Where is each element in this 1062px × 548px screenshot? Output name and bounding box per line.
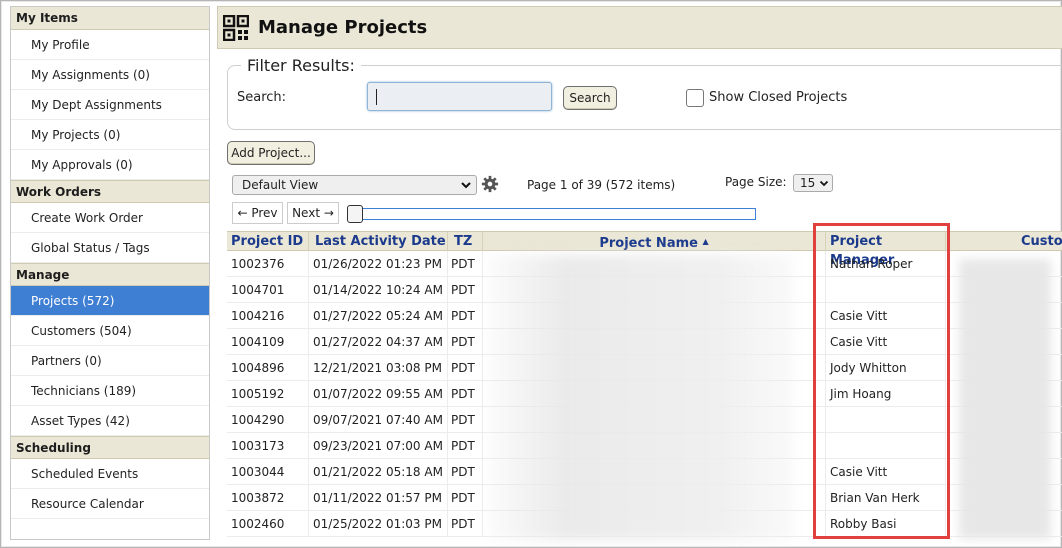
cell-last-activity-date: 09/23/2021 07:00 AM: [309, 433, 448, 459]
filter-legend: Filter Results:: [241, 56, 361, 75]
cell-last-activity-date: 01/07/2022 09:55 AM: [309, 381, 448, 407]
show-closed-checkbox[interactable]: [686, 89, 704, 107]
cell-tz: PDT: [448, 433, 483, 459]
sidebar-item-my-assignments[interactable]: My Assignments (0): [11, 60, 209, 90]
sidebar-item-global-status-tags[interactable]: Global Status / Tags: [11, 233, 209, 263]
filter-results-box: Filter Results: Search: Search Show Clos…: [227, 56, 1062, 130]
cell-project-id: 1003173: [227, 433, 309, 459]
sidebar-section-scheduling: Scheduling: [11, 436, 209, 459]
page-slider-handle[interactable]: [347, 205, 363, 223]
cell-project-id: 1004896: [227, 355, 309, 381]
page-slider-track[interactable]: [348, 208, 756, 220]
search-label: Search:: [237, 90, 287, 105]
sidebar-item-create-work-order[interactable]: Create Work Order: [11, 203, 209, 233]
cell-tz: PDT: [448, 459, 483, 485]
cell-tz: PDT: [448, 329, 483, 355]
cell-last-activity-date: 01/14/2022 10:24 AM: [309, 277, 448, 303]
page-size-select[interactable]: 15: [793, 174, 833, 192]
sort-ascending-icon: ▲: [702, 237, 709, 246]
cell-tz: PDT: [448, 407, 483, 433]
show-closed-label[interactable]: Show Closed Projects: [709, 90, 847, 105]
page-size-value: 15: [800, 176, 816, 190]
cell-last-activity-date: 09/07/2021 07:40 AM: [309, 407, 448, 433]
sidebar-item-customers[interactable]: Customers (504): [11, 316, 209, 346]
sidebar: My Items My Profile My Assignments (0) My D…: [10, 6, 210, 540]
cell-last-activity-date: 12/21/2021 03:08 PM: [309, 355, 448, 381]
cell-project-id: 1004701: [227, 277, 309, 303]
sidebar-item-scheduled-events[interactable]: Scheduled Events: [11, 459, 209, 489]
prev-page-button[interactable]: ← Prev: [232, 202, 283, 224]
column-project-name-label: Project Name: [599, 236, 698, 251]
cell-project-id: 1004290: [227, 407, 309, 433]
text-cursor: [376, 89, 377, 105]
next-page-button[interactable]: Next →: [287, 202, 339, 224]
cell-project-id: 1002460: [227, 511, 309, 537]
sidebar-item-my-projects[interactable]: My Projects (0): [11, 120, 209, 150]
view-select[interactable]: Default View: [232, 175, 477, 195]
column-customer[interactable]: Custo: [946, 232, 1062, 251]
cell-tz: PDT: [448, 485, 483, 511]
sidebar-section-my-items: My Items: [11, 7, 209, 30]
sidebar-item-my-dept-assignments[interactable]: My Dept Assignments: [11, 90, 209, 120]
cell-last-activity-date: 01/27/2022 05:24 AM: [309, 303, 448, 329]
cell-project-id: 1005192: [227, 381, 309, 407]
cell-tz: PDT: [448, 355, 483, 381]
cell-last-activity-date: 01/27/2022 04:37 AM: [309, 329, 448, 355]
cell-project-id: 1004109: [227, 329, 309, 355]
cell-project-id: 1003044: [227, 459, 309, 485]
sidebar-item-technicians[interactable]: Technicians (189): [11, 376, 209, 406]
redacted-project-names: [489, 255, 794, 540]
cell-tz: PDT: [448, 381, 483, 407]
cell-last-activity-date: 01/26/2022 01:23 PM: [309, 251, 448, 277]
search-button[interactable]: Search: [563, 86, 617, 110]
sidebar-item-my-profile[interactable]: My Profile: [11, 30, 209, 60]
sidebar-item-resource-calendar[interactable]: Resource Calendar: [11, 489, 209, 519]
column-tz[interactable]: TZ: [448, 232, 483, 251]
page-info: Page 1 of 39 (572 items): [527, 178, 676, 192]
column-project-id[interactable]: Project ID: [227, 232, 309, 251]
sidebar-item-partners[interactable]: Partners (0): [11, 346, 209, 376]
cell-tz: PDT: [448, 511, 483, 537]
column-last-activity-date[interactable]: Last Activity Date: [309, 232, 448, 251]
sidebar-section-manage: Manage: [11, 263, 209, 286]
sidebar-item-my-approvals[interactable]: My Approvals (0): [11, 150, 209, 180]
cell-tz: PDT: [448, 251, 483, 277]
cell-tz: PDT: [448, 303, 483, 329]
cell-last-activity-date: 01/25/2022 01:03 PM: [309, 511, 448, 537]
view-select-value: Default View: [242, 178, 319, 192]
cell-project-id: 1003872: [227, 485, 309, 511]
sidebar-item-projects[interactable]: Projects (572): [11, 286, 209, 316]
chevron-down-icon: [461, 182, 471, 189]
gear-icon[interactable]: [481, 175, 499, 193]
cell-tz: PDT: [448, 277, 483, 303]
cell-last-activity-date: 01/21/2022 05:18 AM: [309, 459, 448, 485]
add-project-button[interactable]: Add Project...: [227, 141, 315, 165]
redacted-customers: [959, 259, 1051, 539]
column-project-name[interactable]: Project Name ▲: [483, 232, 826, 251]
project-manager-highlight-box: [813, 223, 950, 539]
cell-project-id: 1004216: [227, 303, 309, 329]
search-input[interactable]: [367, 82, 552, 111]
sidebar-item-asset-types[interactable]: Asset Types (42): [11, 406, 209, 436]
page-size-label: Page Size:: [725, 175, 787, 189]
cell-last-activity-date: 01/11/2022 01:57 PM: [309, 485, 448, 511]
chevron-down-icon: [819, 180, 829, 187]
cell-project-id: 1002376: [227, 251, 309, 277]
sidebar-section-work-orders: Work Orders: [11, 180, 209, 203]
